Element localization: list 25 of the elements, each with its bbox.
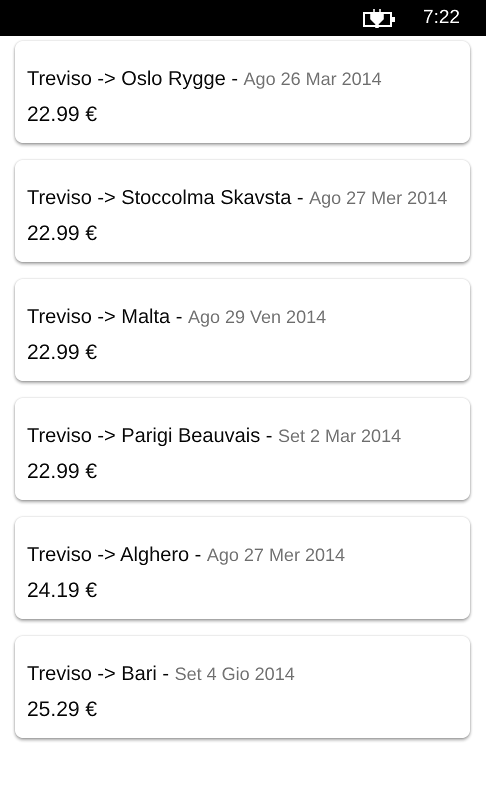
flight-card[interactable]: Treviso -> Oslo Rygge - Ago 26 Mar 2014 22.99 € xyxy=(15,41,470,143)
route-title: Treviso -> Parigi Beauvais - xyxy=(27,425,274,447)
flight-date: Set 4 Gio 2014 xyxy=(174,664,295,684)
route-title: Treviso -> Malta - xyxy=(27,306,184,328)
flight-card[interactable]: Treviso -> Bari - Set 4 Gio 2014 25.29 € xyxy=(15,636,470,738)
price-text: 25.29 € xyxy=(27,698,98,722)
flight-card[interactable]: Treviso -> Parigi Beauvais - Set 2 Mar 2014 22.99 € xyxy=(15,398,470,500)
route-title: Treviso -> Alghero - xyxy=(27,544,202,566)
price-text: 22.99 € xyxy=(27,341,98,365)
flight-date: Ago 26 Mar 2014 xyxy=(244,69,382,89)
clock-time: 7:22 xyxy=(423,7,460,29)
price-text: 22.99 € xyxy=(27,103,98,127)
price-text: 24.19 € xyxy=(27,579,98,603)
flight-date: Set 2 Mar 2014 xyxy=(278,426,402,446)
route-title: Treviso -> Oslo Rygge - xyxy=(27,68,239,90)
flight-date: Ago 27 Mer 2014 xyxy=(206,545,345,565)
route-title: Treviso -> Bari - xyxy=(27,663,170,685)
price-text: 22.99 € xyxy=(27,460,98,484)
flight-date: Ago 29 Ven 2014 xyxy=(188,307,326,327)
flight-date: Ago 27 Mer 2014 xyxy=(309,188,448,208)
route-title: Treviso -> Stoccolma Skavsta - xyxy=(27,187,305,209)
price-text: 22.99 € xyxy=(27,222,98,246)
flight-card[interactable]: Treviso -> Malta - Ago 29 Ven 2014 22.99 € xyxy=(15,279,470,381)
flight-card[interactable]: Treviso -> Alghero - Ago 27 Mer 2014 24.19 € xyxy=(15,517,470,619)
flight-card[interactable]: Treviso -> Stoccolma Skavsta - Ago 27 Mer 2014 22.99 € xyxy=(15,160,470,262)
